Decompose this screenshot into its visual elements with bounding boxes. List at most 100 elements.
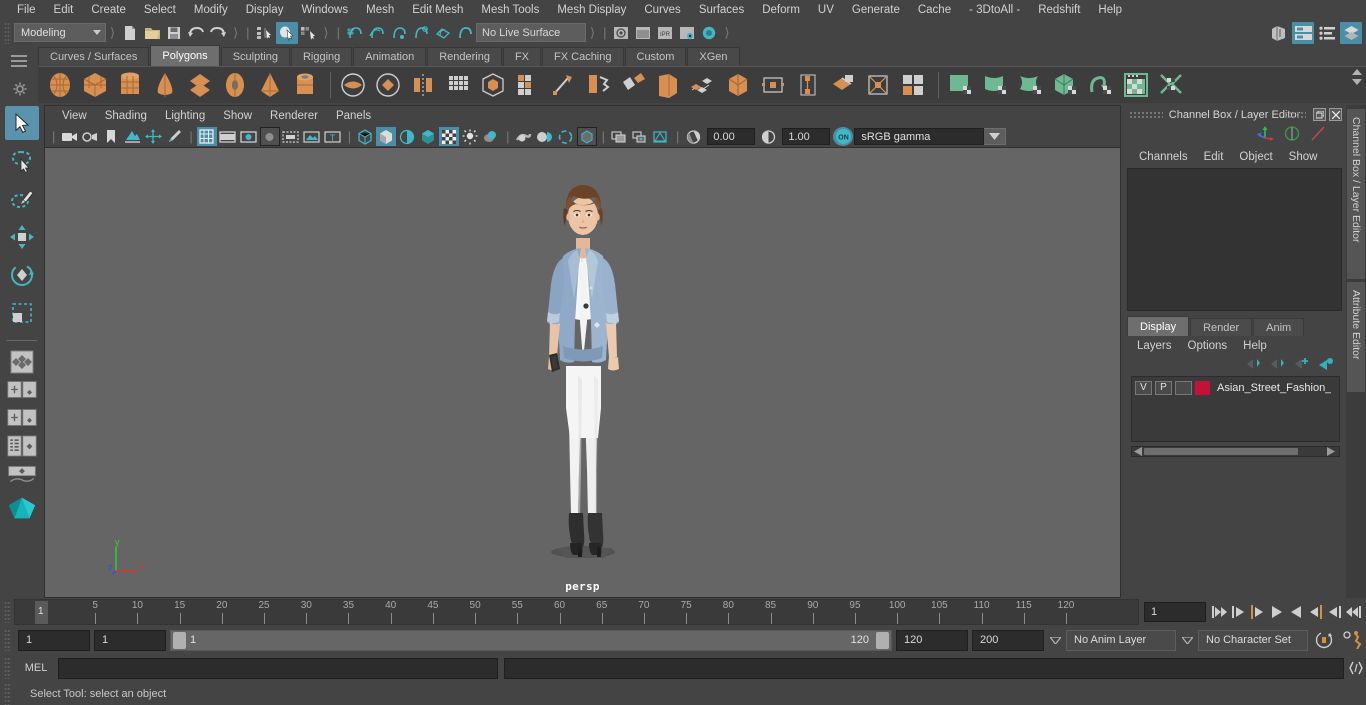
character-set-dropdown-arrow[interactable]: [1180, 636, 1194, 644]
layer-tab-display[interactable]: Display: [1127, 316, 1190, 336]
poly-merge-icon[interactable]: [792, 69, 824, 101]
scrollbar-thumb[interactable]: [1144, 448, 1298, 455]
panel-grip-left[interactable]: [1129, 110, 1163, 119]
table-row[interactable]: V P Asian_Street_Fashion_: [1135, 380, 1336, 395]
character-model[interactable]: [508, 170, 658, 570]
shelf-scroll-down-icon[interactable]: [1352, 79, 1362, 85]
menu-item-create[interactable]: Create: [82, 0, 135, 20]
range-slider-grip[interactable]: [4, 629, 11, 651]
layer-list[interactable]: V P Asian_Street_Fashion_: [1131, 376, 1340, 442]
shelf-scroll-up-icon[interactable]: [1352, 69, 1362, 75]
poly-chamfer-icon[interactable]: [722, 69, 754, 101]
menu-item-redshift[interactable]: Redshift: [1029, 0, 1089, 20]
scale-arrow-icon[interactable]: [1310, 126, 1326, 144]
character-set-field[interactable]: No Character Set: [1198, 629, 1308, 651]
camera-attributes-icon[interactable]: [80, 127, 100, 146]
poly-plane-icon[interactable]: [184, 69, 216, 101]
shelf-tab-fx-caching[interactable]: FX Caching: [542, 47, 624, 66]
select-tool[interactable]: [5, 106, 39, 140]
range-slider[interactable]: 1 120: [170, 629, 892, 651]
new-scene-icon[interactable]: [119, 22, 141, 44]
film-gate-icon[interactable]: [218, 127, 238, 146]
use-default-material-icon[interactable]: [397, 127, 417, 146]
wireframe-icon[interactable]: [355, 127, 375, 146]
viewport-menu-shading[interactable]: Shading: [96, 110, 156, 122]
sidebar-toggle-icon[interactable]: [1268, 22, 1290, 44]
paint-select-tool[interactable]: [5, 182, 39, 216]
xray-icon[interactable]: [576, 127, 597, 146]
menu-item-select[interactable]: Select: [135, 0, 185, 20]
layer-shading-toggle[interactable]: [1175, 380, 1192, 395]
poly-detach-icon[interactable]: [862, 69, 894, 101]
image-plane-icon[interactable]: [122, 127, 142, 146]
select-marquee-icon[interactable]: [651, 127, 671, 146]
smooth-shade-all-icon[interactable]: [376, 127, 397, 146]
uv-automatic-icon[interactable]: [1050, 69, 1082, 101]
safe-action-icon[interactable]: [302, 127, 322, 146]
menu-item-file[interactable]: File: [8, 0, 45, 20]
shelf-tab-polygons[interactable]: Polygons: [150, 45, 220, 66]
create-layer-icon[interactable]: [1294, 357, 1310, 373]
channel-box-menu-channels[interactable]: Channels: [1131, 151, 1196, 163]
multisample-icon[interactable]: [535, 127, 555, 146]
shelf-menu-icon[interactable]: [11, 55, 27, 67]
panel-grip-right[interactable]: [1284, 110, 1306, 119]
menu-item-surfaces[interactable]: Surfaces: [690, 0, 753, 20]
anim-layer-field[interactable]: No Anim Layer: [1066, 629, 1176, 651]
redo-icon[interactable]: [207, 22, 229, 44]
lasso-select-tool[interactable]: [5, 144, 39, 178]
create-layer-from-selected-icon[interactable]: [1318, 357, 1334, 373]
layer-tab-render[interactable]: Render: [1190, 318, 1253, 336]
layer-name[interactable]: Asian_Street_Fashion_: [1217, 382, 1331, 394]
grid-icon[interactable]: [196, 127, 217, 146]
select-camera-icon[interactable]: [59, 127, 79, 146]
menu-item-display[interactable]: Display: [237, 0, 293, 20]
poly-combine-icon[interactable]: [442, 69, 474, 101]
poly-quad-draw-icon[interactable]: [687, 69, 719, 101]
poly-wedge-icon[interactable]: [652, 69, 684, 101]
shelf-options-icon[interactable]: [13, 82, 27, 99]
range-slider-right-handle[interactable]: [876, 631, 889, 649]
uv-layout-icon[interactable]: [1155, 69, 1187, 101]
time-slider[interactable]: 1 5 10 15 20 25 30 35 40 45 50 55 60 65 70 75 80 85 90 95 1…: [14, 599, 1139, 625]
menu-item-cache[interactable]: Cache: [909, 0, 960, 20]
viewport-menu-lighting[interactable]: Lighting: [156, 110, 214, 122]
menu-item-help[interactable]: Help: [1089, 0, 1131, 20]
step-forward-frame-icon[interactable]: [1306, 601, 1324, 623]
play-backwards-icon[interactable]: [1268, 601, 1286, 623]
poly-bridge-icon[interactable]: [582, 69, 614, 101]
render-sequence-icon[interactable]: [632, 22, 654, 44]
safe-title-icon[interactable]: T: [323, 127, 343, 146]
poly-cylinder-icon[interactable]: [114, 69, 146, 101]
render-settings-icon[interactable]: [676, 22, 698, 44]
select-object-icon[interactable]: [275, 21, 298, 44]
view-transform-dropdown-arrow[interactable]: [984, 128, 1007, 145]
shelf-tab-fx[interactable]: FX: [502, 47, 542, 66]
viewport-menu-view[interactable]: View: [53, 110, 96, 122]
script-editor-icon[interactable]: [1346, 658, 1366, 679]
screen-space-ao-icon[interactable]: [481, 127, 501, 146]
ipr-render-icon[interactable]: IPR: [654, 22, 676, 44]
shelf-tab-sculpting[interactable]: Sculpting: [220, 47, 290, 66]
channel-box-menu-object[interactable]: Object: [1231, 151, 1280, 163]
scroll-right-icon[interactable]: [1327, 447, 1337, 456]
step-back-keyframe-icon[interactable]: [1230, 601, 1248, 623]
menu-item-3dtoall[interactable]: - 3DtoAll -: [960, 0, 1029, 20]
menu-item-mesh[interactable]: Mesh: [357, 0, 403, 20]
exposure-field[interactable]: 0.00: [707, 128, 756, 145]
close-icon[interactable]: [1329, 108, 1342, 121]
gate-mask-icon[interactable]: [259, 127, 280, 146]
undo-icon[interactable]: [185, 22, 207, 44]
poly-multicut-icon[interactable]: [617, 69, 649, 101]
xray-joints-icon[interactable]: [609, 127, 629, 146]
channel-box-icon[interactable]: [1340, 21, 1362, 44]
persp-graph-layout[interactable]: [7, 461, 37, 486]
time-slider-grip[interactable]: [4, 601, 11, 623]
uv-cylindrical-icon[interactable]: [980, 69, 1012, 101]
snap-view-plane-icon[interactable]: [432, 22, 454, 44]
command-input[interactable]: [58, 657, 498, 679]
anim-layer-dropdown-arrow[interactable]: [1048, 636, 1062, 644]
help-line-grip[interactable]: [4, 682, 11, 705]
channel-box-content[interactable]: [1127, 168, 1342, 311]
layer-menu-options[interactable]: Options: [1180, 340, 1236, 352]
